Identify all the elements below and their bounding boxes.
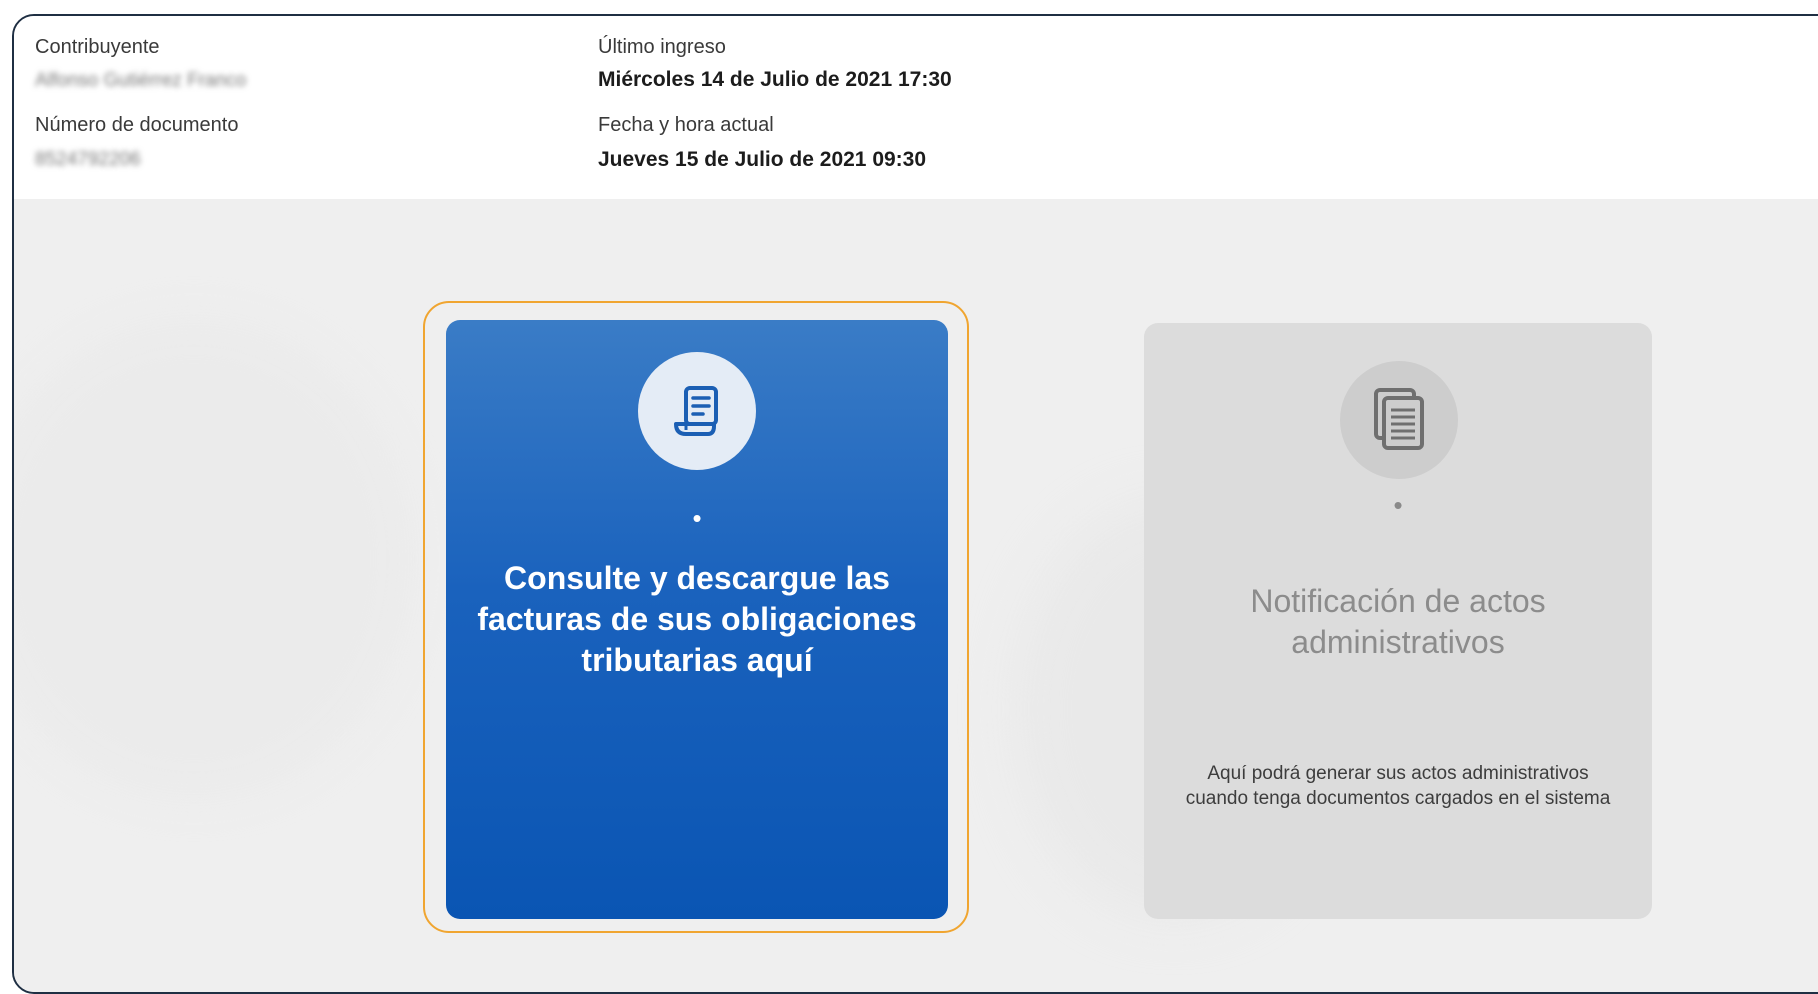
- document-number-value: 8524792206: [35, 149, 141, 170]
- document-number-label: Número de documento: [35, 114, 239, 136]
- services-panel: • Consulte y descargue las facturas de s…: [14, 199, 1818, 992]
- card-bullet: •: [1393, 490, 1403, 520]
- last-login-value: Miércoles 14 de Julio de 2021 17:30: [598, 68, 952, 91]
- invoices-card-title[interactable]: Consulte y descargue las facturas de sus…: [466, 558, 928, 681]
- notifications-card: • Notificación de actos administrativos …: [1144, 323, 1652, 919]
- current-datetime-label: Fecha y hora actual: [598, 114, 774, 136]
- current-datetime-value: Jueves 15 de Julio de 2021 09:30: [598, 148, 927, 171]
- background-decoration: [14, 319, 414, 799]
- last-login-label: Último ingreso: [598, 36, 726, 58]
- invoices-icon-circle: [638, 352, 756, 470]
- taxpayer-name-value: Alfonso Gutiérrez Franco: [35, 70, 247, 91]
- receipt-scroll-icon: [674, 386, 718, 436]
- notifications-card-title: Notificación de actos administrativos: [1250, 583, 1546, 660]
- card-bullet: •: [692, 503, 702, 533]
- taxpayer-label: Contribuyente: [35, 36, 160, 58]
- app-frame: Contribuyente Alfonso Gutiérrez Franco N…: [12, 14, 1818, 994]
- notifications-card-description: Aquí podrá generar sus actos administrat…: [1185, 763, 1611, 809]
- documents-icon: [1374, 388, 1424, 450]
- taxpayer-info-header: Contribuyente Alfonso Gutiérrez Franco N…: [14, 16, 1818, 199]
- notifications-icon-circle: [1340, 361, 1458, 479]
- invoices-card[interactable]: • Consulte y descargue las facturas de s…: [446, 320, 948, 919]
